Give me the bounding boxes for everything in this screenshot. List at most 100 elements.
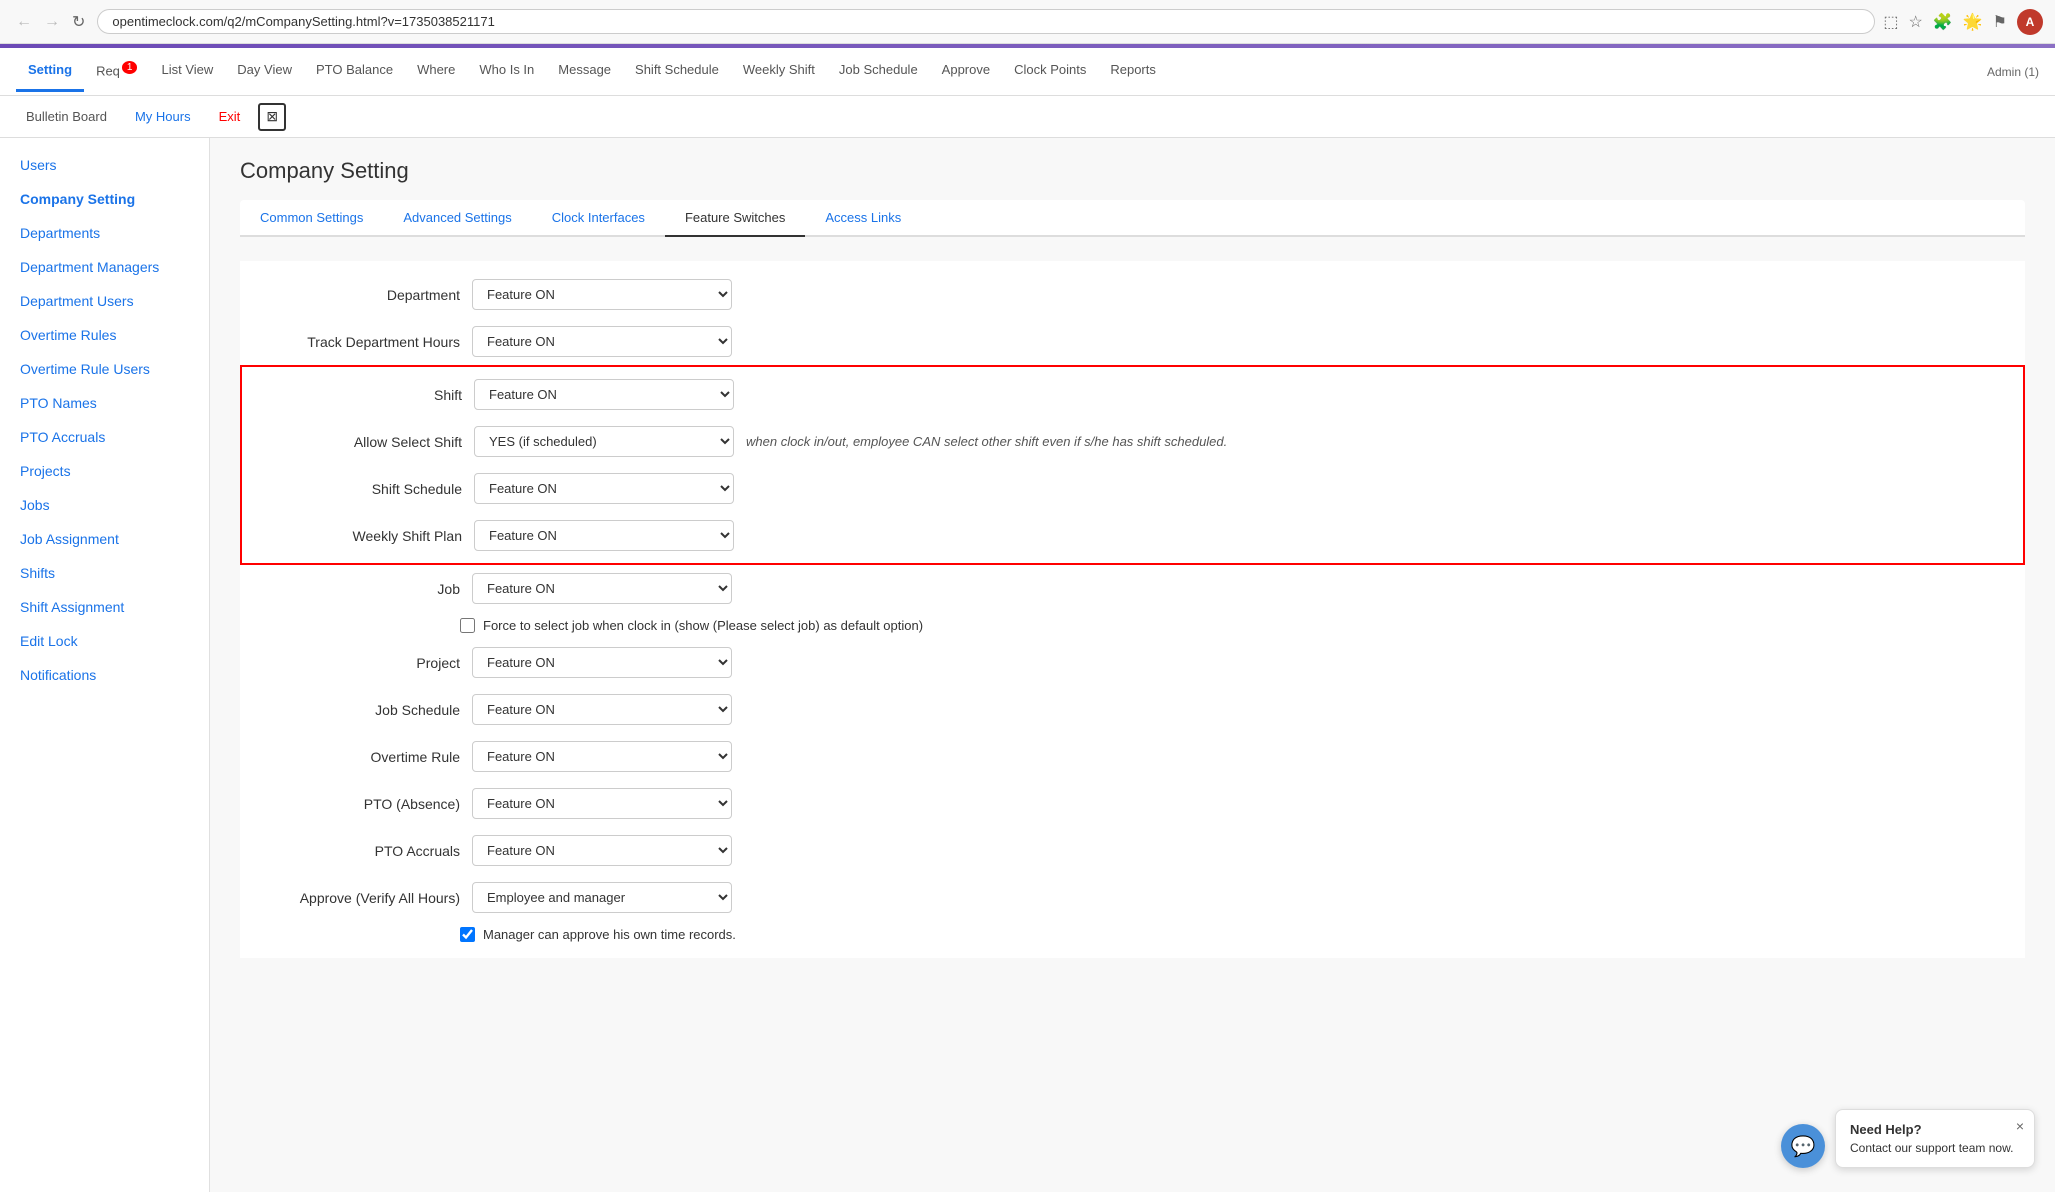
bulletin-board-link[interactable]: Bulletin Board	[16, 101, 117, 132]
form-label-overtime-rule: Overtime Rule	[260, 749, 460, 765]
page-title: Company Setting	[240, 158, 2025, 184]
nav-tab-req[interactable]: Req1	[84, 50, 149, 93]
sidebar-item-overtime-rule-users[interactable]: Overtime Rule Users	[0, 352, 209, 386]
sidebar-item-job-assignment[interactable]: Job Assignment	[0, 522, 209, 556]
tab-access-links[interactable]: Access Links	[805, 200, 921, 237]
sidebar-item-jobs[interactable]: Jobs	[0, 488, 209, 522]
extension-icon[interactable]: 🧩	[1933, 12, 1953, 32]
form-label-pto-accruals: PTO Accruals	[260, 843, 460, 859]
nav-tab-approve[interactable]: Approve	[930, 50, 1002, 92]
user-avatar[interactable]: A	[2017, 9, 2043, 35]
select-shift-schedule[interactable]: Feature ONFeature OFFYES (if scheduled)Y…	[474, 473, 734, 504]
form-hint-allow-select-shift: when clock in/out, employee CAN select o…	[746, 434, 1227, 449]
tab-clock-interfaces[interactable]: Clock Interfaces	[532, 200, 665, 237]
job-force-select-checkbox[interactable]	[460, 618, 475, 633]
manager-checkbox-row: Manager can approve his own time records…	[240, 921, 2025, 948]
browser-nav-buttons: ← → ↻	[12, 10, 89, 34]
job-checkbox-label: Force to select job when clock in (show …	[483, 618, 923, 633]
form-row-track-department-hours: Track Department Hours Feature ONFeature …	[240, 318, 2025, 365]
badge-req: 1	[122, 61, 138, 74]
sidebar-item-shifts[interactable]: Shifts	[0, 556, 209, 590]
sidebar-item-company-setting[interactable]: Company Setting	[0, 182, 209, 216]
sidebar-item-overtime-rules[interactable]: Overtime Rules	[0, 318, 209, 352]
app-nav: SettingReq1List ViewDay ViewPTO BalanceW…	[0, 48, 2055, 96]
help-title: Need Help?	[1850, 1122, 2020, 1137]
app-body: UsersCompany SettingDepartmentsDepartmen…	[0, 138, 2055, 1192]
select-weekly-shift-plan[interactable]: Feature ONFeature OFFYES (if scheduled)Y…	[474, 520, 734, 551]
form-row-overtime-rule: Overtime Rule Feature ONFeature OFFYES (i…	[240, 733, 2025, 780]
manager-approve-checkbox[interactable]	[460, 927, 475, 942]
select-allow-select-shift[interactable]: YES (if scheduled)Feature ONFeature OFFY…	[474, 426, 734, 457]
sidebar-item-pto-accruals[interactable]: PTO Accruals	[0, 420, 209, 454]
form-row-pto-absence: PTO (Absence)Feature ONFeature OFFYES (i…	[240, 780, 2025, 827]
sidebar-item-departments[interactable]: Departments	[0, 216, 209, 250]
admin-label: Admin (1)	[1987, 65, 2039, 79]
select-pto-accruals[interactable]: Feature ONFeature OFFYES (if scheduled)Y…	[472, 835, 732, 866]
form-row-shift-schedule: Shift Schedule Feature ONFeature OFFYES (…	[242, 465, 2023, 512]
form-row-pto-accruals: PTO Accruals Feature ONFeature OFFYES (if…	[240, 827, 2025, 874]
secondary-nav: Bulletin Board My Hours Exit ⊠	[0, 96, 2055, 138]
help-close-button[interactable]: ×	[2016, 1118, 2024, 1134]
reload-button[interactable]: ↻	[68, 10, 89, 34]
sidebar-items: UsersCompany SettingDepartmentsDepartmen…	[0, 148, 209, 692]
cast-icon[interactable]: ⬚	[1883, 12, 1898, 32]
my-hours-link[interactable]: My Hours	[125, 101, 201, 132]
sidebar-item-department-managers[interactable]: Department Managers	[0, 250, 209, 284]
nav-tab-where[interactable]: Where	[405, 50, 467, 92]
help-subtitle: Contact our support team now.	[1850, 1141, 2020, 1155]
puzzle-icon[interactable]: 🌟	[1963, 12, 1983, 32]
select-track-department-hours[interactable]: Feature ONFeature OFFYES (if scheduled)Y…	[472, 326, 732, 357]
select-project[interactable]: Feature ONFeature OFFYES (if scheduled)Y…	[472, 647, 732, 678]
exit-link[interactable]: Exit	[209, 101, 251, 132]
form-row-allow-select-shift: Allow Select ShiftYES (if scheduled)Feat…	[242, 418, 2023, 465]
select-overtime-rule[interactable]: Feature ONFeature OFFYES (if scheduled)Y…	[472, 741, 732, 772]
sidebar-item-projects[interactable]: Projects	[0, 454, 209, 488]
nav-tab-setting[interactable]: Setting	[16, 50, 84, 92]
form-section: Department Feature ONFeature OFFYES (if s…	[240, 261, 2025, 958]
select-job[interactable]: Feature ONFeature OFFYES (if scheduled)Y…	[472, 573, 732, 604]
tab-advanced-settings[interactable]: Advanced Settings	[383, 200, 531, 237]
forward-button[interactable]: →	[40, 10, 64, 34]
form-label-department: Department	[260, 287, 460, 303]
form-label-job: Job	[260, 581, 460, 597]
sidebar-item-shift-assignment[interactable]: Shift Assignment	[0, 590, 209, 624]
form-label-shift: Shift	[262, 387, 462, 403]
sidebar-item-edit-lock[interactable]: Edit Lock	[0, 624, 209, 658]
sidebar-item-pto-names[interactable]: PTO Names	[0, 386, 209, 420]
bookmark-icon[interactable]: ☆	[1908, 12, 1922, 32]
browser-bar: ← → ↻ ⬚ ☆ 🧩 🌟 ⚑ A	[0, 0, 2055, 44]
form-row-approve-verify-all-hours: Approve (Verify All Hours)Employee and m…	[240, 874, 2025, 921]
select-job-schedule[interactable]: Feature ONFeature OFFYES (if scheduled)Y…	[472, 694, 732, 725]
monitor-icon[interactable]: ⊠	[258, 103, 286, 131]
nav-tab-who-is-in[interactable]: Who Is In	[467, 50, 546, 92]
form-label-shift-schedule: Shift Schedule	[262, 481, 462, 497]
nav-tab-shift-schedule[interactable]: Shift Schedule	[623, 50, 731, 92]
select-approve-verify-all-hours[interactable]: Employee and managerFeature ONFeature OF…	[472, 882, 732, 913]
nav-tab-job-schedule[interactable]: Job Schedule	[827, 50, 930, 92]
select-department[interactable]: Feature ONFeature OFFYES (if scheduled)Y…	[472, 279, 732, 310]
sidebar-item-department-users[interactable]: Department Users	[0, 284, 209, 318]
nav-tab-list-view[interactable]: List View	[149, 50, 225, 92]
form-label-track-department-hours: Track Department Hours	[260, 334, 460, 350]
nav-tab-reports[interactable]: Reports	[1098, 50, 1168, 92]
shift-feature-section: Shift Feature ONFeature OFFYES (if schedu…	[240, 365, 2025, 565]
address-bar[interactable]	[97, 9, 1875, 34]
form-row-weekly-shift-plan: Weekly Shift PlanFeature ONFeature OFFYE…	[242, 512, 2023, 559]
tab-common-settings[interactable]: Common Settings	[240, 200, 383, 237]
select-shift[interactable]: Feature ONFeature OFFYES (if scheduled)Y…	[474, 379, 734, 410]
select-pto-absence[interactable]: Feature ONFeature OFFYES (if scheduled)Y…	[472, 788, 732, 819]
nav-tab-clock-points[interactable]: Clock Points	[1002, 50, 1098, 92]
flag-icon[interactable]: ⚑	[1993, 12, 2007, 32]
back-button[interactable]: ←	[12, 10, 36, 34]
settings-tabs: Common SettingsAdvanced SettingsClock In…	[240, 200, 2025, 237]
nav-tab-pto-balance[interactable]: PTO Balance	[304, 50, 405, 92]
tab-feature-switches[interactable]: Feature Switches	[665, 200, 805, 237]
sidebar-item-notifications[interactable]: Notifications	[0, 658, 209, 692]
nav-tab-weekly-shift[interactable]: Weekly Shift	[731, 50, 827, 92]
nav-tab-message[interactable]: Message	[546, 50, 623, 92]
nav-tab-day-view[interactable]: Day View	[225, 50, 304, 92]
form-row-project: ProjectFeature ONFeature OFFYES (if sche…	[240, 639, 2025, 686]
sidebar-item-users[interactable]: Users	[0, 148, 209, 182]
help-chat-button[interactable]: 💬	[1781, 1124, 1825, 1168]
form-label-job-schedule: Job Schedule	[260, 702, 460, 718]
